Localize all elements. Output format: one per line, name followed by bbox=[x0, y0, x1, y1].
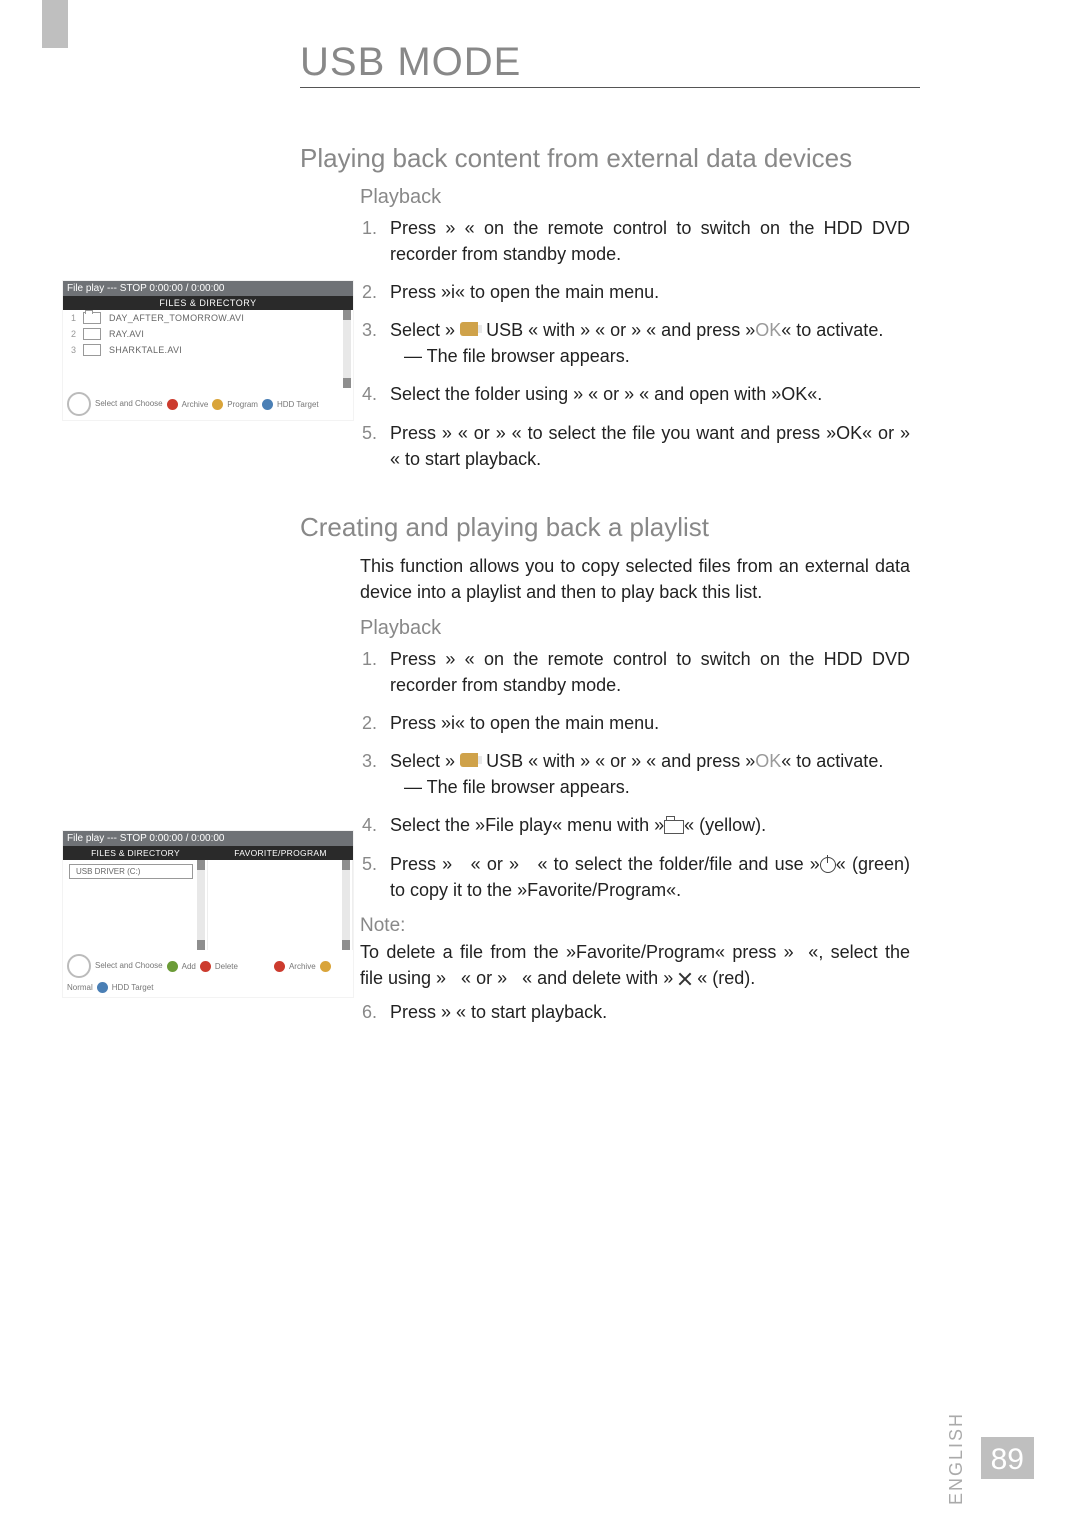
red-badge-icon bbox=[200, 961, 211, 972]
step-5: Press » « or » « to select the file you … bbox=[382, 420, 910, 472]
step2-5: Press » « or » « to select the folder/fi… bbox=[382, 851, 910, 903]
usb-mid: « with » « or » « and press » bbox=[528, 320, 755, 340]
file-browser-panel-1: File play --- STOP 0:00:00 / 0:00:00 FIL… bbox=[62, 280, 354, 421]
scroll-thumb[interactable] bbox=[343, 378, 351, 388]
ok-text-2: OK bbox=[755, 751, 781, 771]
subtitle-playlist: Creating and playing back a playlist bbox=[300, 512, 960, 543]
file-name: DAY_AFTER_TOMORROW.AVI bbox=[109, 313, 244, 323]
usb-post: « to activate. bbox=[781, 320, 883, 340]
step-2: Press »i« to open the main menu. bbox=[382, 279, 910, 305]
green-badge-icon bbox=[167, 961, 178, 972]
step2-1: Press » « on the remote control to switc… bbox=[382, 646, 910, 698]
panel1-topbar: File play --- STOP 0:00:00 / 0:00:00 bbox=[63, 281, 353, 296]
usb-label-2: USB bbox=[486, 751, 523, 771]
footer-archive: Archive bbox=[182, 400, 209, 409]
panel2-footer: Select and Choose Add Delete Archive Nor… bbox=[63, 950, 353, 997]
playlist-description: This function allows you to copy selecte… bbox=[360, 553, 910, 605]
file-browser-panel-2: File play --- STOP 0:00:00 / 0:00:00 FIL… bbox=[62, 830, 354, 998]
step-3: Select » USB « with » « or » « and press… bbox=[382, 317, 910, 369]
panel2-header-right: FAVORITE/PROGRAM bbox=[208, 846, 353, 860]
x-icon bbox=[678, 972, 692, 986]
step2-6: Press » « to start playback. bbox=[382, 999, 910, 1025]
folder-icon bbox=[83, 312, 101, 324]
panel2-columns: USB DRIVER (C:) bbox=[63, 860, 353, 950]
step-4: Select the folder using » « or » « and o… bbox=[382, 381, 910, 407]
page-number: 89 bbox=[981, 1437, 1034, 1479]
nav-ring-icon bbox=[67, 392, 91, 416]
file-row[interactable]: 3 SHARKTALE.AVI bbox=[63, 342, 353, 358]
usb-pre: Select » bbox=[390, 320, 455, 340]
playback-header-2: Playback bbox=[360, 617, 960, 640]
power-icon bbox=[820, 857, 836, 873]
file-name: SHARKTALE.AVI bbox=[109, 345, 182, 355]
usb-pre-2: Select » bbox=[390, 751, 455, 771]
scrollbar[interactable] bbox=[342, 860, 350, 950]
language-label: ENGLISH bbox=[946, 1412, 967, 1505]
footer-select: Select and Choose bbox=[95, 962, 163, 970]
usb-icon-2 bbox=[460, 753, 481, 767]
blue-badge-icon bbox=[97, 982, 108, 993]
scroll-thumb[interactable] bbox=[197, 940, 205, 950]
yellow-badge-icon bbox=[212, 399, 223, 410]
file-idx: 2 bbox=[71, 329, 83, 339]
panel2-header-left: FILES & DIRECTORY bbox=[63, 846, 208, 860]
usb-label: USB bbox=[486, 320, 523, 340]
file-icon bbox=[83, 328, 101, 340]
scroll-thumb[interactable] bbox=[342, 860, 350, 870]
footer-hdd: HDD Target bbox=[277, 400, 319, 409]
playback-header-1: Playback bbox=[360, 186, 960, 209]
file-browser-line-1: — The file browser appears. bbox=[404, 343, 910, 369]
note-label: Note: bbox=[360, 915, 960, 937]
usb-post-2: « to activate. bbox=[781, 751, 883, 771]
playback-steps-2: Press » « on the remote control to switc… bbox=[360, 646, 910, 903]
step2-3: Select » USB « with » « or » « and press… bbox=[382, 748, 910, 800]
scroll-thumb[interactable] bbox=[343, 310, 351, 320]
red-badge-icon bbox=[274, 961, 285, 972]
panel2-headers: FILES & DIRECTORY FAVORITE/PROGRAM bbox=[63, 846, 353, 860]
file-row[interactable]: 2 RAY.AVI bbox=[63, 326, 353, 342]
folder-icon bbox=[664, 820, 684, 834]
step-1: Press » « on the remote control to switc… bbox=[382, 215, 910, 267]
file-idx: 1 bbox=[71, 313, 83, 323]
step2-4: Select the »File play« menu with »« (yel… bbox=[382, 812, 910, 838]
usb-icon bbox=[460, 322, 481, 336]
page-footer: ENGLISH 89 bbox=[946, 1412, 1034, 1505]
panel1-header: FILES & DIRECTORY bbox=[63, 296, 353, 310]
usb-mid-2: « with » « or » « and press » bbox=[528, 751, 755, 771]
panel1-file-list: 1 DAY_AFTER_TOMORROW.AVI 2 RAY.AVI 3 SHA… bbox=[63, 310, 353, 388]
footer-delete: Delete bbox=[215, 962, 238, 971]
footer-archive: Archive bbox=[289, 962, 316, 971]
playback-steps-2b: Press » « to start playback. bbox=[360, 999, 910, 1025]
footer-add: Add bbox=[182, 962, 196, 971]
ok-text: OK bbox=[755, 320, 781, 340]
file-icon bbox=[83, 344, 101, 356]
file-idx: 3 bbox=[71, 345, 83, 355]
note-body: To delete a file from the »Favorite/Prog… bbox=[360, 939, 910, 991]
subtitle-playback-external: Playing back content from external data … bbox=[300, 143, 960, 174]
footer-program: Program bbox=[227, 400, 258, 409]
footer-hdd: HDD Target bbox=[112, 983, 154, 992]
footer-normal: Normal bbox=[67, 983, 93, 992]
scrollbar[interactable] bbox=[197, 860, 205, 950]
file-row[interactable]: 1 DAY_AFTER_TOMORROW.AVI bbox=[63, 310, 353, 326]
red-badge-icon bbox=[167, 399, 178, 410]
playback-steps-1: Press » « on the remote control to switc… bbox=[360, 215, 910, 472]
panel2-topbar: File play --- STOP 0:00:00 / 0:00:00 bbox=[63, 831, 353, 846]
panel1-footer: Select and Choose Archive Program HDD Ta… bbox=[63, 388, 353, 420]
blue-badge-icon bbox=[262, 399, 273, 410]
step2-2: Press »i« to open the main menu. bbox=[382, 710, 910, 736]
scrollbar[interactable] bbox=[343, 310, 351, 388]
footer-select: Select and Choose bbox=[95, 400, 163, 408]
nav-ring-icon bbox=[67, 954, 91, 978]
usb-driver-entry[interactable]: USB DRIVER (C:) bbox=[69, 864, 193, 879]
file-browser-line-2: — The file browser appears. bbox=[404, 774, 910, 800]
file-name: RAY.AVI bbox=[109, 329, 144, 339]
scroll-thumb[interactable] bbox=[197, 860, 205, 870]
yellow-badge-icon bbox=[320, 961, 331, 972]
section-title: USB MODE bbox=[300, 40, 920, 88]
scroll-thumb[interactable] bbox=[342, 940, 350, 950]
